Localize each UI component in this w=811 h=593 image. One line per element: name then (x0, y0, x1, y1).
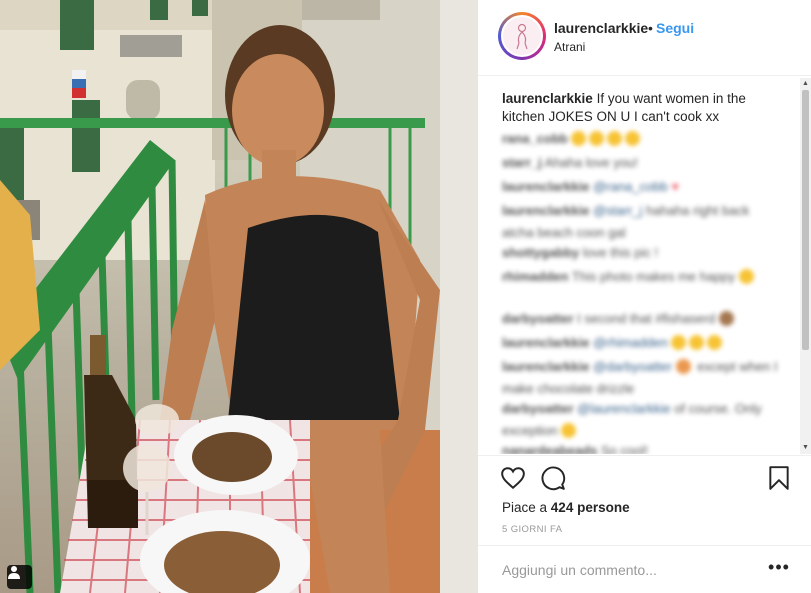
emoji-icon (689, 335, 705, 350)
post-location[interactable]: Atrani (554, 40, 585, 54)
comment-username[interactable]: rhimadden (502, 269, 568, 284)
comment-username[interactable]: laurenclarkkie (502, 335, 589, 350)
comment-text: Ahaha love you! (544, 155, 638, 170)
comment-button[interactable] (540, 465, 566, 491)
photo-illustration (0, 0, 478, 593)
caption-username[interactable]: laurenclarkkie (502, 91, 593, 106)
comment-username[interactable]: laurenclarkkie (502, 203, 589, 218)
comment-item: rana_cobb (502, 128, 778, 150)
emoji-icon (571, 131, 587, 146)
comment-item: nanardeabeads So cool! (502, 440, 778, 454)
post-header: laurenclarkkie • Segui Atrani (478, 0, 811, 76)
likes-prefix: Piace a (502, 500, 548, 515)
header-separator: • (648, 20, 653, 36)
comments-list[interactable]: laurenclarkkie If you want women in the … (478, 78, 811, 454)
comment-item: laurenclarkkie @rhimadden (502, 332, 778, 354)
emoji-icon (707, 335, 723, 350)
comment-mention[interactable]: @starr_j (593, 203, 642, 218)
comment-username[interactable]: nanardeabeads (502, 443, 597, 454)
comment-mention[interactable]: @rhimadden (593, 335, 668, 350)
comment-mention[interactable]: @darbyoatter (593, 359, 672, 374)
comment-item: shottygabby love this pic ! (502, 242, 778, 264)
like-button[interactable] (500, 465, 526, 491)
avatar-figure-icon (516, 23, 528, 50)
emoji-icon (671, 335, 687, 350)
emoji-icon (625, 131, 641, 146)
likes-number[interactable]: 424 persone (551, 500, 630, 515)
person-icon (8, 566, 20, 579)
heart-emoji-icon: ♥ (671, 179, 680, 194)
comment-username[interactable]: starr_j (502, 155, 542, 170)
comment-username[interactable]: laurenclarkkie (502, 179, 589, 194)
comment-input[interactable] (502, 558, 762, 582)
comment-item: laurenclarkkie @rana_cobb ♥ (502, 176, 778, 198)
more-options-button[interactable]: ••• (768, 558, 790, 582)
scroll-down-arrow-icon[interactable]: ▼ (801, 443, 810, 453)
add-comment-bar: ••• (478, 545, 811, 593)
post-caption: laurenclarkkie If you want women in the … (502, 90, 782, 126)
bookmark-icon (769, 466, 789, 490)
comment-mention[interactable]: @rana_cobb (593, 179, 668, 194)
post-photo[interactable] (0, 0, 478, 593)
save-button[interactable] (767, 465, 791, 491)
scrollbar-thumb[interactable] (802, 90, 809, 350)
comment-username[interactable]: darbyoatter (502, 401, 574, 416)
post-side-panel: laurenclarkkie • Segui Atrani laurenclar… (478, 0, 811, 593)
comment-username[interactable]: rana_cobb (502, 131, 568, 146)
post-actions: Piace a 424 persone 5 GIORNI FA (478, 455, 811, 545)
comment-item: starr_j Ahaha love you! (502, 152, 778, 174)
emoji-icon (718, 311, 734, 326)
avatar-story-ring[interactable] (498, 12, 546, 60)
comment-username[interactable]: darbyoatter (502, 311, 574, 326)
comment-item: laurenclarkkie @darbyoatter except when … (502, 356, 778, 400)
post-date[interactable]: 5 GIORNI FA (502, 524, 562, 535)
likes-count[interactable]: Piace a 424 persone (502, 500, 630, 515)
emoji-icon (607, 131, 623, 146)
comment-item: rhimadden This photo makes me happy (502, 266, 778, 288)
comment-username[interactable]: laurenclarkkie (502, 359, 589, 374)
emoji-icon (675, 359, 691, 374)
comment-text: love this pic ! (582, 245, 659, 260)
scroll-up-arrow-icon[interactable]: ▲ (801, 79, 810, 89)
user-tag-button[interactable] (7, 565, 32, 589)
comment-text: So cool! (601, 443, 648, 454)
comment-item: darbyoatter @laurenclarkkie of course. O… (502, 398, 778, 442)
comment-bubble-icon (541, 466, 566, 491)
comment-text: I second that #fishaserd (577, 311, 716, 326)
comment-text: This photo makes me happy (571, 269, 736, 284)
post-author-username[interactable]: laurenclarkkie (554, 20, 648, 36)
comments-scrollbar[interactable]: ▲ ▼ (800, 78, 811, 454)
comment-username[interactable]: shottygabby (502, 245, 579, 260)
comment-mention[interactable]: @laurenclarkkie (577, 401, 670, 416)
emoji-icon (561, 423, 577, 438)
follow-button[interactable]: Segui (656, 20, 694, 36)
comment-item: laurenclarkkie @starr_j hahaha right bac… (502, 200, 778, 244)
comment-item: darbyoatter I second that #fishaserd (502, 308, 778, 330)
emoji-icon (738, 269, 754, 284)
avatar[interactable] (501, 15, 543, 57)
heart-outline-icon (501, 467, 525, 490)
ellipsis-icon: ••• (768, 557, 790, 577)
emoji-icon (589, 131, 605, 146)
